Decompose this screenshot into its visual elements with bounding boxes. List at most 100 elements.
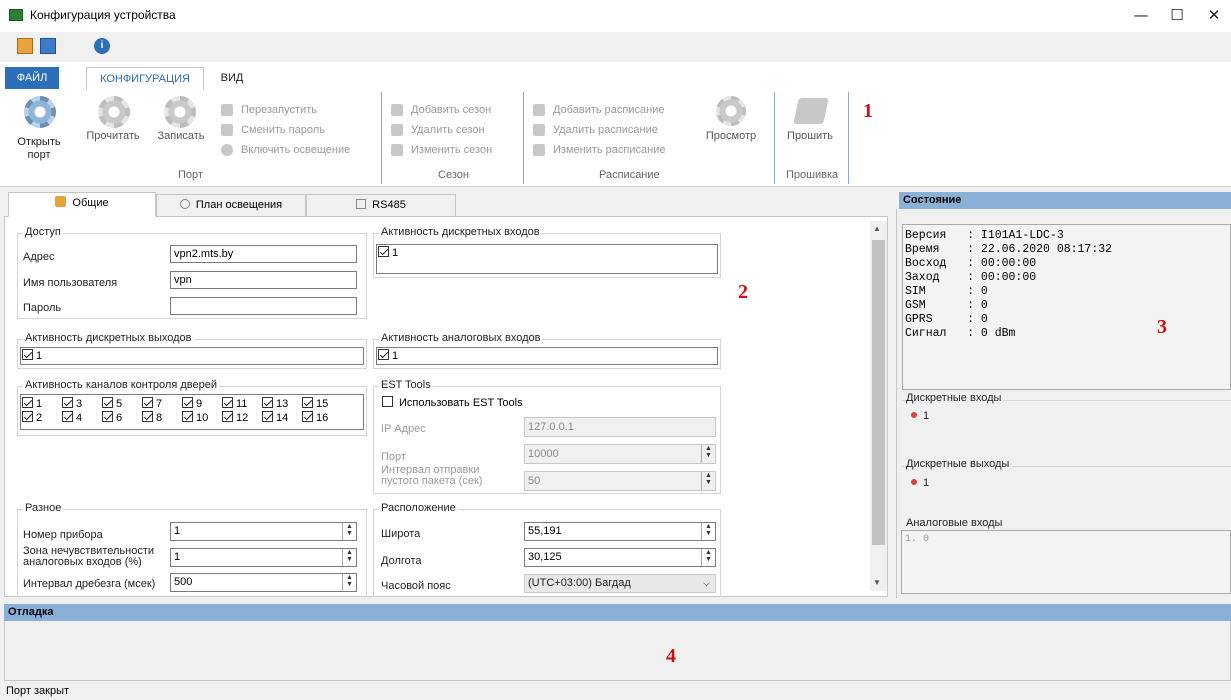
- timezone-label: Часовой пояс: [381, 580, 451, 592]
- close-button[interactable]: ✕: [1200, 4, 1228, 26]
- est-port-input[interactable]: 10000 ▲ ▼: [524, 444, 716, 464]
- discrete-output-checkbox[interactable]: 1: [22, 349, 42, 362]
- door-channel-checkbox[interactable]: 14: [262, 411, 288, 424]
- checkbox-label: 1: [392, 350, 399, 362]
- state-analog-inputs-box: 1. 0: [901, 530, 1231, 594]
- door-channel-checkbox[interactable]: 8: [142, 411, 162, 424]
- restart-button[interactable]: Перезапустить: [221, 101, 317, 119]
- change-password-button[interactable]: Сменить пароль: [221, 121, 325, 139]
- door-channel-checkbox[interactable]: 9: [182, 397, 202, 410]
- spinner-icon[interactable]: ▲ ▼: [701, 472, 715, 490]
- add-season-button[interactable]: Добавить сезон: [391, 101, 491, 119]
- tab-general[interactable]: Общие: [8, 192, 156, 217]
- annotation-2: 2: [738, 281, 748, 303]
- deadzone-input[interactable]: 1 ▲ ▼: [170, 548, 357, 567]
- checkbox-label: 1: [392, 247, 399, 259]
- tab-configuration[interactable]: КОНФИГУРАЦИЯ: [86, 67, 204, 90]
- door-channel-checkbox[interactable]: 5: [102, 397, 122, 410]
- door-channel-checkbox[interactable]: 3: [62, 397, 82, 410]
- address-label: Адрес: [23, 251, 55, 263]
- group-schedule-label: Расписание: [599, 169, 660, 181]
- checkbox-label: 8: [156, 412, 163, 424]
- read-button[interactable]: [98, 96, 130, 128]
- est-ip-label: IP Адрес: [381, 423, 426, 435]
- door-channel-checkbox[interactable]: 12: [222, 411, 248, 424]
- discrete-input-checkbox[interactable]: 1: [378, 246, 398, 259]
- tab-file[interactable]: ФАЙЛ: [5, 67, 59, 89]
- app-icon: [9, 9, 23, 21]
- door-channel-checkbox[interactable]: 16: [302, 411, 328, 424]
- door-channel-checkbox[interactable]: 15: [302, 397, 328, 410]
- bulb-icon: [179, 199, 190, 209]
- edit-season-label: Изменить сезон: [411, 144, 493, 156]
- info-icon[interactable]: i: [94, 38, 110, 54]
- open-file-icon[interactable]: [17, 38, 33, 54]
- write-label: Записать: [157, 130, 205, 142]
- password-input[interactable]: [170, 297, 357, 315]
- scroll-thumb[interactable]: [872, 240, 885, 545]
- est-interval-input[interactable]: 50 ▲ ▼: [524, 471, 716, 491]
- analog-input-checkbox[interactable]: 1: [378, 349, 398, 362]
- spinner-icon[interactable]: ▲ ▼: [342, 523, 356, 540]
- view-button[interactable]: [716, 96, 746, 126]
- delete-schedule-label: Удалить расписание: [553, 124, 658, 136]
- edit-schedule-button[interactable]: Изменить расписание: [533, 141, 665, 159]
- bounce-input[interactable]: 500 ▲ ▼: [170, 573, 357, 592]
- tab-view[interactable]: ВИД: [212, 67, 252, 90]
- use-est-checkbox[interactable]: Использовать EST Tools: [382, 396, 523, 409]
- door-channel-checkbox[interactable]: 4: [62, 411, 82, 424]
- spinner-icon[interactable]: ▲ ▼: [701, 549, 715, 566]
- checkbox-checked-icon: [22, 397, 33, 408]
- device-number-input[interactable]: 1 ▲ ▼: [170, 522, 357, 541]
- scroll-up-icon[interactable]: ▲: [873, 224, 881, 233]
- group-port-label: Порт: [178, 169, 203, 181]
- scroll-down-icon[interactable]: ▼: [873, 578, 881, 587]
- address-input[interactable]: vpn2.mts.by: [170, 245, 357, 263]
- longitude-input[interactable]: 30,125 ▲ ▼: [524, 548, 716, 567]
- write-button[interactable]: [164, 96, 196, 128]
- checkbox-label: 13: [276, 398, 289, 410]
- title-bar: [0, 0, 1231, 32]
- checkbox-label: 1: [36, 350, 43, 362]
- spinner-icon[interactable]: ▲ ▼: [342, 549, 356, 566]
- est-ip-input[interactable]: 127.0.0.1: [524, 417, 716, 437]
- chip-icon: [793, 98, 829, 124]
- door-channel-checkbox[interactable]: 11: [222, 397, 247, 410]
- delete-schedule-button[interactable]: Удалить расписание: [533, 121, 658, 139]
- edit-season-button[interactable]: Изменить сезон: [391, 141, 492, 159]
- open-port-button[interactable]: [24, 96, 56, 128]
- flash-button[interactable]: [793, 98, 829, 124]
- door-channel-checkbox[interactable]: 6: [102, 411, 122, 424]
- view-icon: [716, 96, 746, 126]
- door-channel-checkbox[interactable]: 2: [22, 411, 42, 424]
- door-channel-checkbox[interactable]: 13: [262, 397, 288, 410]
- state-header: Состояние: [899, 192, 1231, 209]
- tab-rs485[interactable]: RS485: [306, 194, 456, 217]
- door-channel-checkbox[interactable]: 7: [142, 397, 162, 410]
- state-analog-inputs-label: Аналоговые входы: [906, 517, 1003, 529]
- state-discrete-inputs-label: Дискретные входы: [906, 392, 1005, 404]
- debug-log[interactable]: [4, 621, 1231, 681]
- door-channel-checkbox[interactable]: 1: [22, 397, 42, 410]
- timezone-select[interactable]: (UTC+03:00) Багдад ⌵: [524, 574, 716, 593]
- network-icon: [356, 199, 367, 209]
- light-on-button[interactable]: Включить освещение: [221, 141, 350, 159]
- minimize-button[interactable]: —: [1127, 4, 1155, 26]
- bulb-icon: [221, 144, 233, 157]
- flash-label: Прошить: [787, 130, 833, 142]
- spinner-icon[interactable]: ▲ ▼: [701, 445, 715, 463]
- add-schedule-button[interactable]: Добавить расписание: [533, 101, 664, 119]
- latitude-input[interactable]: 55,191 ▲ ▼: [524, 522, 716, 541]
- est-interval-label: Интервал отправки пустого пакета (сек): [381, 464, 483, 487]
- checkbox-checked-icon: [302, 411, 313, 422]
- username-input[interactable]: vpn: [170, 271, 357, 289]
- spinner-icon[interactable]: ▲ ▼: [342, 574, 356, 591]
- ribbon-separator: [523, 92, 524, 184]
- checkbox-label: 15: [316, 398, 329, 410]
- tab-light-plan[interactable]: План освещения: [156, 194, 306, 217]
- door-channel-checkbox[interactable]: 10: [182, 411, 208, 424]
- save-icon[interactable]: [40, 38, 56, 54]
- spinner-icon[interactable]: ▲ ▼: [701, 523, 715, 540]
- delete-season-button[interactable]: Удалить сезон: [391, 121, 485, 139]
- maximize-button[interactable]: ☐: [1163, 4, 1191, 26]
